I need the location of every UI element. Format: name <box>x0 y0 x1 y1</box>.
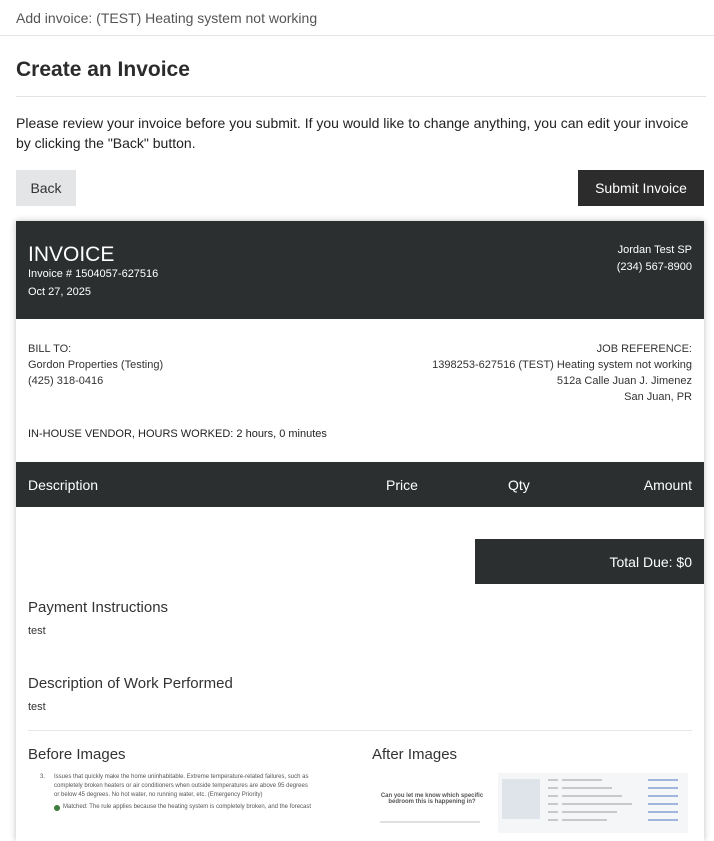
after-image-thumbnail-1[interactable]: Can you let me know which specific bedro… <box>372 773 492 833</box>
bill-to-name: Gordon Properties (Testing) <box>28 359 164 371</box>
bill-to-label: BILL TO: <box>28 343 72 355</box>
before-thumb-line2: completely broken heaters or air conditi… <box>54 783 308 789</box>
total-due-value: Total Due: $0 <box>609 554 693 570</box>
job-reference-title: 1398253-627516 (TEST) Heating system not… <box>432 359 692 371</box>
after-thumb-panel <box>502 779 540 819</box>
check-circle-icon <box>54 805 60 811</box>
line-items-header: Description Price Qty Amount <box>16 462 704 507</box>
thumb-row <box>562 795 622 797</box>
action-buttons: Back Submit Invoice <box>16 170 704 206</box>
after-image-thumbnail-2[interactable] <box>498 773 688 833</box>
payment-instructions-text: test <box>28 625 46 637</box>
before-thumb-matched: Matched: The rule applies because the he… <box>63 804 312 810</box>
thumb-row <box>648 795 678 797</box>
bill-to-phone: (425) 318-0416 <box>28 375 104 387</box>
vendor-name: Jordan Test SP <box>617 244 692 256</box>
invoice-title: INVOICE <box>28 243 115 266</box>
back-button[interactable]: Back <box>16 170 76 206</box>
job-reference-city: San Juan, PR <box>624 391 692 403</box>
after-thumb-divider <box>380 821 480 823</box>
submit-invoice-button[interactable]: Submit Invoice <box>578 170 704 206</box>
vendor-phone: (234) 567-8900 <box>616 261 692 273</box>
before-thumb-line1: Issues that quickly make the home uninha… <box>54 774 309 780</box>
before-image-thumbnail[interactable]: 3. Issues that quickly make the home uni… <box>28 773 358 833</box>
job-reference: JOB REFERENCE: 1398253-627516 (TEST) Hea… <box>432 341 692 405</box>
thumb-row <box>548 811 558 813</box>
before-thumb-line3: or below 45 degrees. No hot water, no ru… <box>54 792 263 798</box>
thumb-row <box>562 811 617 813</box>
before-images-label: Before Images <box>28 746 126 763</box>
col-qty: Qty <box>508 477 530 493</box>
thumb-row <box>548 819 558 821</box>
col-price: Price <box>386 477 418 493</box>
invoice-header: INVOICE Invoice # 1504057-627516 Oct 27,… <box>16 221 704 319</box>
col-amount: Amount <box>643 477 692 493</box>
after-thumb-question: Can you let me know which specific bedro… <box>380 793 484 805</box>
thumb-row <box>562 803 632 805</box>
col-description: Description <box>28 477 99 493</box>
work-description-title: Description of Work Performed <box>28 675 233 692</box>
thumb-row <box>562 779 602 781</box>
thumb-row <box>648 811 678 813</box>
invoice-preview: INVOICE Invoice # 1504057-627516 Oct 27,… <box>16 221 704 841</box>
thumb-row <box>648 787 678 789</box>
before-thumb-item: 3. <box>40 774 46 780</box>
thumb-row <box>548 795 558 797</box>
job-reference-label: JOB REFERENCE: <box>596 343 692 355</box>
window-title-bar: Add invoice: (TEST) Heating system not w… <box>0 0 714 36</box>
thumb-row <box>548 779 558 781</box>
invoice-number: Invoice # 1504057-627516 <box>28 268 159 280</box>
thumb-row <box>648 803 678 805</box>
work-description-text: test <box>28 701 46 713</box>
images-divider <box>28 730 692 731</box>
job-reference-address: 512a Calle Juan J. Jimenez <box>556 375 692 387</box>
thumb-row <box>548 803 558 805</box>
hours-worked: IN-HOUSE VENDOR, HOURS WORKED: 2 hours, … <box>28 428 327 440</box>
payment-instructions-title: Payment Instructions <box>28 599 169 616</box>
window-title: Add invoice: (TEST) Heating system not w… <box>16 9 318 26</box>
bill-to: BILL TO: Gordon Properties (Testing) (42… <box>28 341 163 389</box>
after-images-label: After Images <box>372 746 458 763</box>
thumb-row <box>648 779 678 781</box>
thumb-row <box>648 819 678 821</box>
intro-text: Please review your invoice before you su… <box>16 115 689 151</box>
total-due: Total Due: $0 <box>475 539 704 584</box>
thumb-row <box>562 787 612 789</box>
page-title: Create an Invoice <box>16 58 706 97</box>
thumb-row <box>548 787 558 789</box>
thumb-row <box>562 819 607 821</box>
invoice-date: Oct 27, 2025 <box>28 286 91 298</box>
